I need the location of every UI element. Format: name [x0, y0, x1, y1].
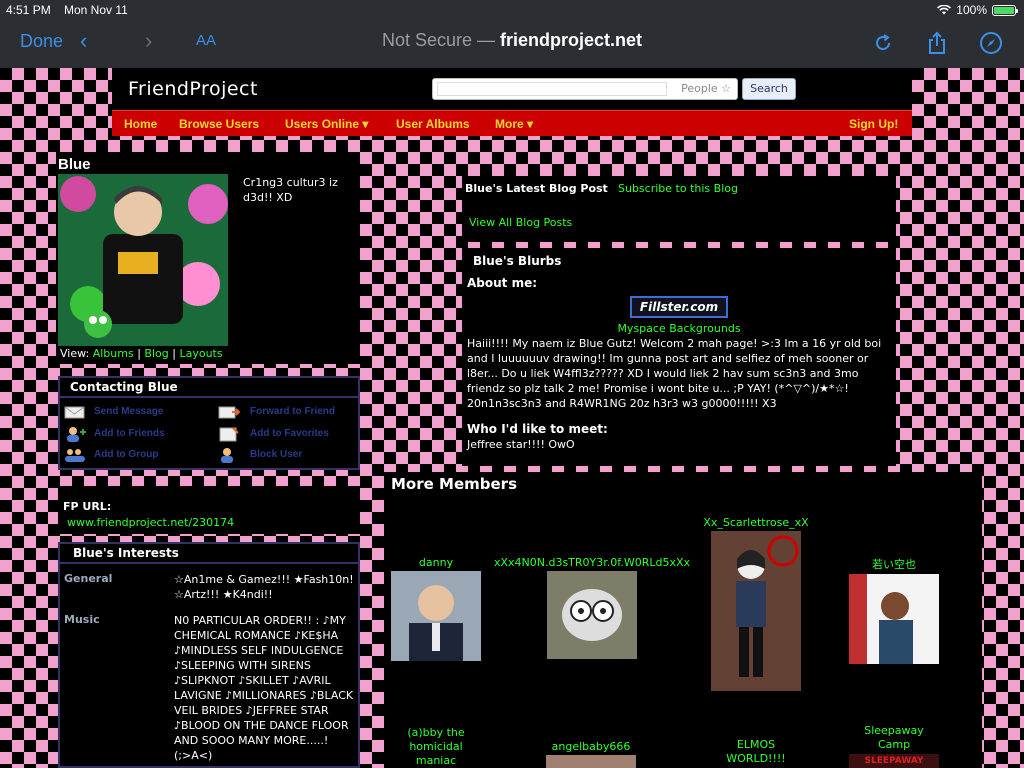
member-name[interactable]: Xx_Scarlettrose_xX — [696, 516, 816, 529]
member-item[interactable]: danny — [390, 556, 482, 661]
member-item[interactable]: angelbaby666 — [544, 740, 638, 768]
search-field[interactable]: People ☆ — [432, 78, 738, 100]
battery-icon — [992, 4, 1018, 16]
blog-title: Blue's Latest Blog Post — [465, 182, 608, 195]
safari-toolbar: Done ‹ › AA Not Secure — friendproject.n… — [0, 20, 1024, 68]
site-nav: Home Browse Users Users Online ▾ User Al… — [112, 110, 912, 136]
nav-browse-users[interactable]: Browse Users — [179, 117, 259, 131]
general-text: ☆An1me & Gamez!!! ★Fash10n! ☆Artz!!! ★K4… — [174, 573, 354, 601]
status-date: Mon Nov 11 — [64, 3, 128, 17]
battery-percent: 100% — [956, 3, 987, 17]
meet-text: Jeffree star!!!! OwO — [467, 438, 575, 451]
search-input[interactable] — [437, 82, 667, 96]
reload-icon[interactable] — [870, 30, 896, 56]
block-user-icon — [218, 447, 240, 463]
webpage: FriendProject People ☆ Search Home Brows… — [0, 68, 1024, 768]
fp-url-box: FP URL: www.friendproject.net/230174 — [58, 486, 360, 534]
general-label: General — [64, 572, 113, 585]
ios-status-bar: 4:51 PM Mon Nov 11 100% — [0, 0, 1024, 20]
member-name[interactable]: xXx4N0N.d3sTR0Y3r.0f.W0RLd5xXx — [490, 556, 694, 569]
view-label: View: — [60, 347, 90, 360]
favorites-icon — [218, 426, 240, 442]
music-text: N0 PARTICULAR ORDER!! : ♪MY CHEMICAL ROM… — [174, 614, 354, 762]
profile-view-links: View: Albums | Blog | Layouts — [60, 347, 223, 360]
status-time: 4:51 PM — [6, 3, 51, 17]
block-user-link[interactable]: Block User — [250, 449, 302, 460]
member-item[interactable]: ELMOS WORLD!!!! — [710, 738, 802, 768]
view-all-blog-link[interactable]: View All Blog Posts — [469, 216, 572, 229]
albums-link[interactable]: Albums — [93, 347, 134, 360]
layouts-link[interactable]: Layouts — [179, 347, 222, 360]
member-item[interactable]: Xx_Scarlettrose_xX — [696, 516, 816, 691]
forward-to-friend-link[interactable]: Forward to Friend — [250, 406, 335, 417]
nav-sign-up[interactable]: Sign Up! — [849, 117, 898, 131]
meet-label: Who I'd like to meet: — [467, 422, 608, 436]
about-me-text: Haiii!!!! My naem iz Blue Gutz! Welcom 2… — [467, 337, 882, 410]
add-to-favorites-link[interactable]: Add to Favorites — [250, 428, 329, 439]
url-domain: friendproject.net — [500, 30, 643, 50]
blog-box: Blue's Latest Blog Post Subscribe to thi… — [462, 176, 896, 242]
send-message-link[interactable]: Send Message — [94, 406, 163, 417]
fp-url-label: FP URL: — [63, 500, 112, 513]
myspace-backgrounds-link[interactable]: Myspace Backgrounds — [462, 322, 896, 335]
nav-home[interactable]: Home — [124, 117, 157, 131]
blog-link[interactable]: Blog — [144, 347, 168, 360]
member-item[interactable]: 若い空也 — [848, 556, 940, 664]
nav-users-online[interactable]: Users Online ▾ — [285, 117, 368, 131]
search-scope-select[interactable]: People ☆ — [681, 82, 731, 95]
fp-url-link[interactable]: www.friendproject.net/230174 — [67, 516, 234, 529]
nav-user-albums[interactable]: User Albums — [396, 117, 470, 131]
group-icon — [64, 447, 86, 463]
site-logo[interactable]: FriendProject — [128, 78, 258, 100]
music-label: Music — [64, 613, 100, 626]
not-secure-label: Not Secure — — [381, 30, 495, 50]
more-members-box: More Members danny xXx4N0N.d3sTR0Y3r.0f.… — [384, 472, 982, 768]
add-to-friends-link[interactable]: Add to Friends — [94, 428, 165, 439]
share-icon[interactable] — [924, 30, 950, 56]
member-item[interactable]: xXx4N0N.d3sTR0Y3r.0f.W0RLd5xXx — [490, 556, 694, 659]
subscribe-blog-link[interactable]: Subscribe to this Blog — [618, 182, 738, 195]
wifi-icon — [937, 5, 952, 15]
member-photo[interactable] — [391, 571, 481, 661]
member-photo[interactable]: SLEEPAWAY CAMP — [849, 754, 939, 768]
member-name[interactable]: 若い空也 — [848, 556, 940, 572]
site-header: FriendProject People ☆ Search — [112, 68, 912, 110]
member-photo[interactable] — [546, 755, 636, 768]
profile-name: Blue — [58, 156, 91, 173]
member-photo[interactable] — [547, 571, 637, 659]
blurbs-title: Blue's Blurbs — [473, 254, 562, 268]
contact-title: Contacting Blue — [60, 378, 358, 398]
envelope-icon — [64, 404, 86, 420]
add-to-group-link[interactable]: Add to Group — [94, 449, 158, 460]
member-photo[interactable] — [711, 531, 801, 691]
member-name[interactable]: danny — [390, 556, 482, 569]
member-photo[interactable] — [849, 574, 939, 664]
blurbs-box: Blue's Blurbs About me: Fillster.com Mys… — [462, 248, 896, 466]
member-item[interactable]: Sleepaway Camp SLEEPAWAY CAMP — [848, 724, 940, 768]
interests-title: Blue's Interests — [60, 544, 358, 564]
more-members-title: More Members — [391, 475, 517, 493]
member-name[interactable]: ELMOS WORLD!!!! — [710, 738, 802, 766]
about-me-label: About me: — [467, 276, 538, 290]
search-button[interactable]: Search — [742, 78, 796, 100]
add-friend-icon — [64, 426, 86, 442]
member-item[interactable]: (a)bby the homicidal maniac — [390, 726, 482, 768]
nav-more[interactable]: More ▾ — [495, 117, 533, 131]
contact-box: Contacting Blue Send Message Forward to … — [58, 376, 360, 470]
member-name[interactable]: (a)bby the homicidal maniac — [390, 726, 482, 768]
profile-photo[interactable] — [58, 174, 228, 346]
profile-tagline: Cr1ng3 cultur3 iz d3d!! XD — [243, 176, 338, 204]
fillster-banner[interactable]: Fillster.com — [630, 296, 728, 318]
member-name[interactable]: angelbaby666 — [544, 740, 638, 753]
interests-box: Blue's Interests General ☆An1me & Gamez!… — [58, 542, 360, 768]
member-name[interactable]: Sleepaway Camp — [854, 724, 934, 752]
forward-envelope-icon — [218, 404, 241, 420]
compass-icon[interactable] — [978, 30, 1004, 56]
